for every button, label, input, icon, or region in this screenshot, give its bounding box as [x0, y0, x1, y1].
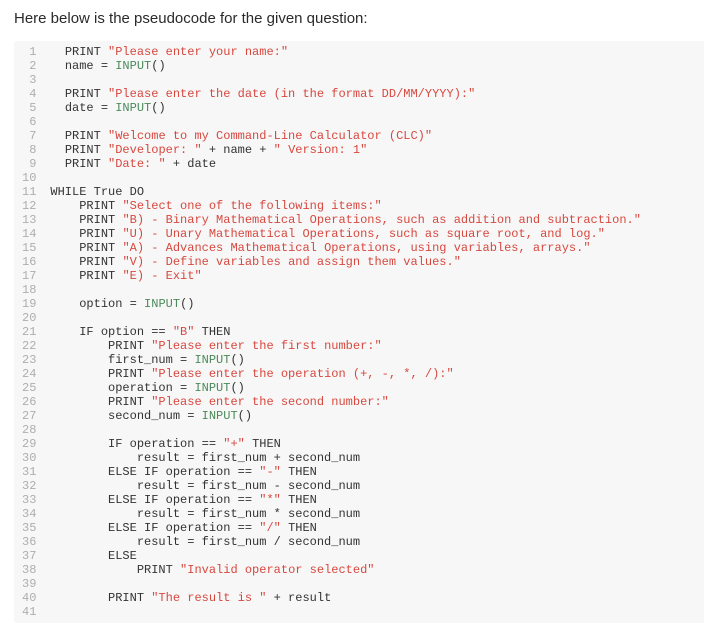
code-line: PRINT "E) - Exit" [50, 269, 641, 283]
code-line: result = first_num + second_num [50, 451, 641, 465]
line-number-gutter: 1234567891011121314151617181920212223242… [14, 45, 44, 619]
line-number: 8 [22, 143, 36, 157]
line-number: 29 [22, 437, 36, 451]
code-line: PRINT "Select one of the following items… [50, 199, 641, 213]
line-number: 31 [22, 465, 36, 479]
code-line: PRINT "Please enter the first number:" [50, 339, 641, 353]
line-number: 5 [22, 101, 36, 115]
code-line: operation = INPUT() [50, 381, 641, 395]
code-line: date = INPUT() [50, 101, 641, 115]
intro-text: Here below is the pseudocode for the giv… [14, 10, 704, 27]
code-line: PRINT "V) - Define variables and assign … [50, 255, 641, 269]
code-line: PRINT "Welcome to my Command-Line Calcul… [50, 129, 641, 143]
line-number: 39 [22, 577, 36, 591]
line-number: 30 [22, 451, 36, 465]
line-number: 2 [22, 59, 36, 73]
code-line: WHILE True DO [50, 185, 641, 199]
line-number: 38 [22, 563, 36, 577]
code-line [50, 311, 641, 325]
code-line [50, 171, 641, 185]
line-number: 32 [22, 479, 36, 493]
line-number: 25 [22, 381, 36, 395]
line-number: 37 [22, 549, 36, 563]
line-number: 6 [22, 115, 36, 129]
line-number: 21 [22, 325, 36, 339]
line-number: 34 [22, 507, 36, 521]
line-number: 12 [22, 199, 36, 213]
code-line: PRINT "The result is " + result [50, 591, 641, 605]
code-line: PRINT "Date: " + date [50, 157, 641, 171]
code-line: IF option == "B" THEN [50, 325, 641, 339]
line-number: 22 [22, 339, 36, 353]
code-line: PRINT "B) - Binary Mathematical Operatio… [50, 213, 641, 227]
line-number: 35 [22, 521, 36, 535]
line-number: 33 [22, 493, 36, 507]
code-line [50, 605, 641, 619]
line-number: 24 [22, 367, 36, 381]
line-number: 16 [22, 255, 36, 269]
code-line [50, 73, 641, 87]
line-number: 17 [22, 269, 36, 283]
code-line: name = INPUT() [50, 59, 641, 73]
line-number: 28 [22, 423, 36, 437]
code-line [50, 115, 641, 129]
code-line: PRINT "Please enter the operation (+, -,… [50, 367, 641, 381]
line-number: 41 [22, 605, 36, 619]
code-content: PRINT "Please enter your name:" name = I… [44, 45, 647, 619]
line-number: 15 [22, 241, 36, 255]
code-line [50, 577, 641, 591]
line-number: 27 [22, 409, 36, 423]
line-number: 23 [22, 353, 36, 367]
code-line: ELSE IF operation == "/" THEN [50, 521, 641, 535]
line-number: 20 [22, 311, 36, 325]
code-line [50, 283, 641, 297]
code-line: second_num = INPUT() [50, 409, 641, 423]
code-line: PRINT "U) - Unary Mathematical Operation… [50, 227, 641, 241]
line-number: 7 [22, 129, 36, 143]
code-block: 1234567891011121314151617181920212223242… [14, 41, 704, 623]
line-number: 13 [22, 213, 36, 227]
code-line: ELSE IF operation == "*" THEN [50, 493, 641, 507]
line-number: 1 [22, 45, 36, 59]
code-line [50, 423, 641, 437]
line-number: 26 [22, 395, 36, 409]
code-line: PRINT "Please enter the second number:" [50, 395, 641, 409]
code-line: PRINT "A) - Advances Mathematical Operat… [50, 241, 641, 255]
line-number: 4 [22, 87, 36, 101]
line-number: 3 [22, 73, 36, 87]
line-number: 9 [22, 157, 36, 171]
line-number: 40 [22, 591, 36, 605]
code-line: ELSE IF operation == "-" THEN [50, 465, 641, 479]
line-number: 36 [22, 535, 36, 549]
code-line: ELSE [50, 549, 641, 563]
code-line: PRINT "Please enter the date (in the for… [50, 87, 641, 101]
code-line: result = first_num - second_num [50, 479, 641, 493]
code-line: PRINT "Please enter your name:" [50, 45, 641, 59]
code-line: result = first_num / second_num [50, 535, 641, 549]
line-number: 18 [22, 283, 36, 297]
line-number: 10 [22, 171, 36, 185]
line-number: 14 [22, 227, 36, 241]
code-line: PRINT "Invalid operator selected" [50, 563, 641, 577]
code-line: first_num = INPUT() [50, 353, 641, 367]
line-number: 19 [22, 297, 36, 311]
code-line: IF operation == "+" THEN [50, 437, 641, 451]
code-line: option = INPUT() [50, 297, 641, 311]
code-line: result = first_num * second_num [50, 507, 641, 521]
code-line: PRINT "Developer: " + name + " Version: … [50, 143, 641, 157]
line-number: 11 [22, 185, 36, 199]
